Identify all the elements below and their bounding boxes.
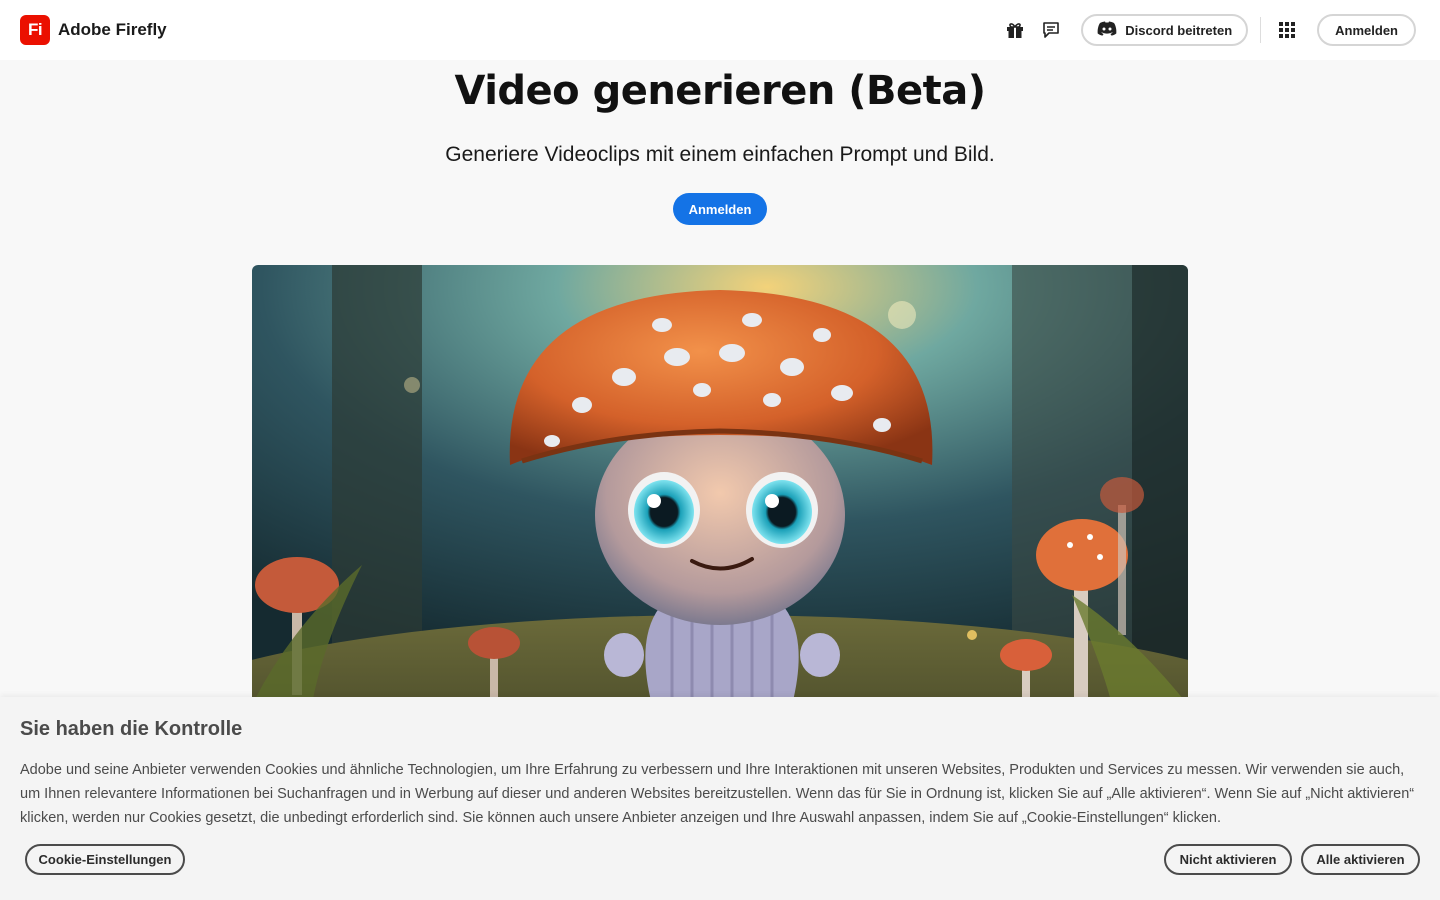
cookie-decline-button[interactable]: Nicht aktivieren xyxy=(1164,844,1292,875)
brand[interactable]: Fi Adobe Firefly xyxy=(20,15,167,45)
app-grid-icon[interactable] xyxy=(1269,12,1305,48)
feedback-icon[interactable] xyxy=(1033,12,1069,48)
signin-button[interactable]: Anmelden xyxy=(1317,14,1416,46)
cookie-accept-button[interactable]: Alle aktivieren xyxy=(1301,844,1420,875)
app-name[interactable]: Adobe Firefly xyxy=(58,20,167,40)
top-nav: Fi Adobe Firefly Discord beitreten Anmel… xyxy=(0,0,1440,60)
hero-image xyxy=(252,265,1188,705)
cookie-banner: Sie haben die Kontrolle Adobe und seine … xyxy=(0,697,1440,900)
hero-signin-button[interactable]: Anmelden xyxy=(673,193,767,225)
header-divider xyxy=(1260,17,1262,43)
discord-icon xyxy=(1097,21,1117,39)
cookie-settings-button[interactable]: Cookie-Einstellungen xyxy=(25,844,185,875)
gift-icon[interactable] xyxy=(997,12,1033,48)
page-title: Video generieren (Beta) xyxy=(454,68,986,114)
cookie-body: Adobe und seine Anbieter verwenden Cooki… xyxy=(20,762,1415,826)
cookie-title: Sie haben die Kontrolle xyxy=(20,718,243,740)
discord-label: Discord beitreten xyxy=(1125,22,1233,38)
page-subtitle: Generiere Videoclips mit einem einfachen… xyxy=(445,143,995,166)
discord-button[interactable]: Discord beitreten xyxy=(1081,14,1249,46)
header-actions: Discord beitreten Anmelden xyxy=(997,12,1416,48)
firefly-logo[interactable]: Fi xyxy=(20,15,50,45)
